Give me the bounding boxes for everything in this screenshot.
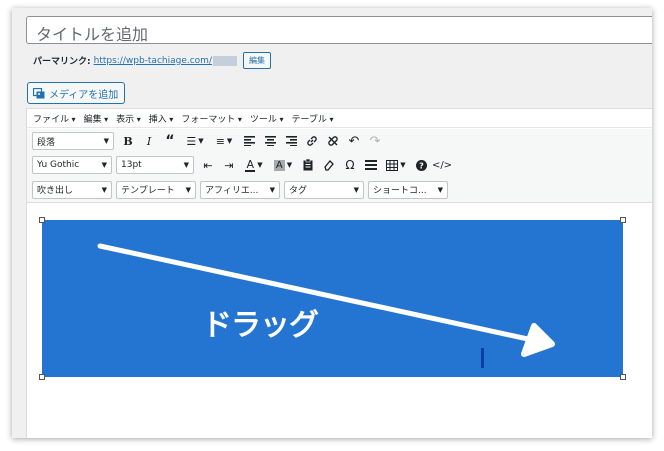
help-icon[interactable]: ? bbox=[411, 156, 431, 174]
align-left-icon[interactable] bbox=[239, 132, 259, 150]
drag-arrow-icon bbox=[97, 243, 555, 357]
redo-icon[interactable]: ↷ bbox=[365, 132, 385, 150]
undo-icon[interactable]: ↶ bbox=[344, 132, 364, 150]
svg-text:?: ? bbox=[419, 161, 424, 170]
affiliate-select[interactable]: アフィリエ... ▼ bbox=[200, 180, 280, 199]
chevron-down-icon: ▼ bbox=[101, 161, 107, 169]
menu-insert[interactable]: 挿入 bbox=[149, 112, 174, 125]
chevron-down-icon: ▼ bbox=[437, 185, 443, 194]
editor-content-area[interactable]: ドラッグ bbox=[27, 204, 652, 438]
resize-handle-top-left[interactable] bbox=[39, 217, 45, 223]
chevron-down-icon: ▼ bbox=[183, 161, 189, 169]
align-right-icon[interactable] bbox=[281, 132, 301, 150]
outdent-icon[interactable]: ⇤ bbox=[198, 156, 218, 174]
template-select[interactable]: テンプレート ▼ bbox=[116, 180, 196, 199]
permalink-row: パーマリンク: https://wpb-tachiage.com/ 編集 bbox=[33, 52, 271, 69]
toolbar-row-1: 段落 ▼ B I “ ☰ ▼ ≡ ▼ ↶ ↷ bbox=[27, 129, 652, 153]
resize-handle-top-right[interactable] bbox=[620, 217, 626, 223]
bullet-list-icon[interactable]: ☰ ▼ bbox=[181, 132, 209, 150]
chevron-down-icon: ▼ bbox=[103, 137, 109, 145]
background-color-icon[interactable]: A ▼ bbox=[269, 156, 297, 174]
indent-icon[interactable]: ⇥ bbox=[219, 156, 239, 174]
editor-screenshot: タイトルを追加 パーマリンク: https://wpb-tachiage.com… bbox=[12, 8, 652, 438]
permalink-edit-button[interactable]: 編集 bbox=[242, 52, 271, 69]
tag-select-value: タグ bbox=[289, 186, 308, 196]
chevron-down-icon: ▼ bbox=[269, 185, 275, 194]
paste-text-icon[interactable] bbox=[298, 156, 318, 174]
menu-table[interactable]: テーブル bbox=[291, 112, 333, 125]
classic-editor: ファイル 編集 表示 挿入 フォーマット ツール テーブル 段落 ▼ B I “ … bbox=[26, 108, 652, 438]
numbered-list-icon[interactable]: ≡ ▼ bbox=[210, 132, 238, 150]
blockquote-icon[interactable]: “ bbox=[160, 132, 180, 150]
font-size-select[interactable]: 13pt ▼ bbox=[116, 156, 194, 174]
horizontal-line-icon[interactable] bbox=[361, 156, 381, 174]
menu-view[interactable]: 表示 bbox=[116, 112, 141, 125]
menu-file[interactable]: ファイル bbox=[33, 112, 76, 125]
bold-icon[interactable]: B bbox=[118, 132, 138, 150]
template-select-value: テンプレート bbox=[121, 186, 175, 196]
menu-format[interactable]: フォーマット bbox=[181, 112, 242, 125]
title-input[interactable]: タイトルを追加 bbox=[26, 16, 652, 44]
chevron-down-icon: ▼ bbox=[185, 185, 191, 194]
tag-select[interactable]: タグ ▼ bbox=[284, 180, 364, 199]
special-character-icon[interactable]: Ω bbox=[340, 156, 360, 174]
permalink-slug bbox=[212, 55, 237, 66]
menu-tools[interactable]: ツール bbox=[250, 112, 284, 125]
banner-text: ドラッグ bbox=[202, 308, 319, 343]
balloon-select-value: 吹き出し bbox=[37, 186, 74, 196]
resize-handle-bottom-left[interactable] bbox=[39, 374, 45, 380]
affiliate-select-value: アフィリエ... bbox=[205, 186, 259, 196]
format-select[interactable]: 段落 ▼ bbox=[32, 132, 114, 150]
shortcode-select[interactable]: ショートコ... ▼ bbox=[368, 180, 448, 199]
add-media-button[interactable]: メディアを追加 bbox=[27, 82, 126, 104]
chevron-down-icon: ▼ bbox=[353, 185, 359, 194]
font-family-value: Yu Gothic bbox=[37, 160, 80, 170]
add-media-label: メディアを追加 bbox=[49, 89, 119, 101]
format-select-value: 段落 bbox=[37, 137, 56, 148]
media-icon bbox=[32, 87, 45, 99]
toolbar-row-3: 吹き出し ▼ テンプレート ▼ アフィリエ... ▼ タグ ▼ ショートコ... ▼ bbox=[27, 177, 652, 203]
unlink-icon[interactable] bbox=[323, 132, 343, 150]
text-color-icon[interactable]: A ▼ bbox=[240, 156, 268, 174]
text-cursor bbox=[481, 348, 484, 368]
menu-edit[interactable]: 編集 bbox=[84, 112, 109, 125]
table-icon[interactable]: ▼ bbox=[382, 156, 410, 174]
link-icon[interactable] bbox=[302, 132, 322, 150]
italic-icon[interactable]: I bbox=[139, 132, 159, 150]
font-size-value: 13pt bbox=[121, 160, 142, 170]
resize-handle-bottom-right[interactable] bbox=[620, 374, 626, 380]
clear-formatting-icon[interactable] bbox=[319, 156, 339, 174]
code-icon[interactable]: </> bbox=[432, 156, 452, 174]
shortcode-select-value: ショートコ... bbox=[373, 186, 427, 196]
editor-menubar: ファイル 編集 表示 挿入 フォーマット ツール テーブル bbox=[27, 109, 652, 128]
font-family-select[interactable]: Yu Gothic ▼ bbox=[32, 156, 112, 174]
title-placeholder: タイトルを追加 bbox=[36, 25, 149, 44]
balloon-select[interactable]: 吹き出し ▼ bbox=[32, 180, 112, 199]
align-center-icon[interactable] bbox=[260, 132, 280, 150]
chevron-down-icon: ▼ bbox=[101, 185, 107, 194]
toolbar-row-2: Yu Gothic ▼ 13pt ▼ ⇤ ⇥ A ▼ A ▼ Ω ▼ ? </> bbox=[27, 153, 652, 177]
permalink-label: パーマリンク: bbox=[33, 57, 91, 67]
permalink-url[interactable]: https://wpb-tachiage.com/ bbox=[94, 56, 212, 66]
content-image[interactable]: ドラッグ bbox=[42, 220, 623, 377]
